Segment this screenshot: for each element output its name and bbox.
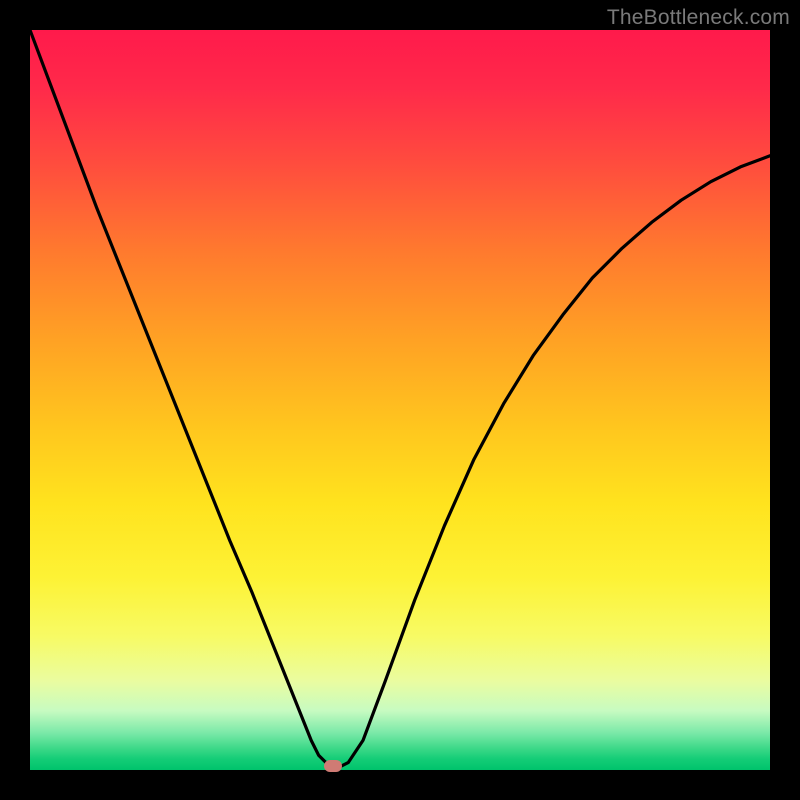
plot-area [30,30,770,770]
sweet-spot-marker [324,760,342,772]
bottleneck-curve [30,30,770,770]
attribution-label: TheBottleneck.com [607,6,790,30]
chart-stage: TheBottleneck.com [0,0,800,800]
